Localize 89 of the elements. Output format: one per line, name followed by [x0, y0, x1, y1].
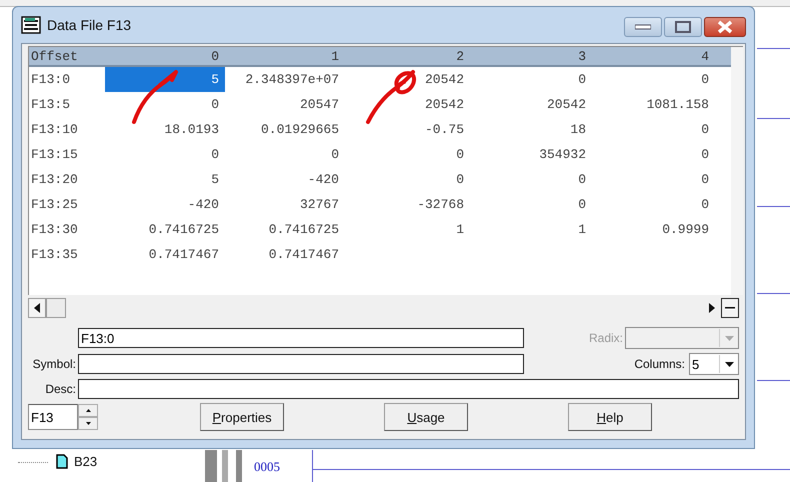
- table-cell[interactable]: 20542: [345, 92, 470, 117]
- dialog-button[interactable]: Usage: [384, 403, 468, 431]
- table-cell[interactable]: 354932: [470, 142, 592, 167]
- table-cell[interactable]: 32767: [225, 192, 345, 217]
- symbol-label: Symbol:: [32, 357, 77, 371]
- column-header: Offset: [30, 48, 79, 65]
- table-cell[interactable]: 0: [592, 192, 715, 217]
- columns-dropdown[interactable]: 5: [689, 353, 739, 375]
- dropdown-arrow-icon: [724, 336, 734, 340]
- table-cell[interactable]: -420: [225, 167, 345, 192]
- table-cell[interactable]: 0: [109, 92, 225, 117]
- address-field[interactable]: F13:0: [78, 328, 524, 348]
- spin-down-button[interactable]: [78, 417, 98, 430]
- table-cell[interactable]: 0: [592, 117, 715, 142]
- radix-dropdown[interactable]: [625, 327, 739, 349]
- minimize-icon: [635, 24, 651, 30]
- table-cell[interactable]: 0: [470, 192, 592, 217]
- table-cell[interactable]: 0: [592, 142, 715, 167]
- table-cell[interactable]: 2.348397e+07: [225, 67, 345, 92]
- table-cell[interactable]: 1081.158: [592, 92, 715, 117]
- table-cell[interactable]: -420: [109, 192, 225, 217]
- table-cell[interactable]: 0: [345, 142, 470, 167]
- table-cell[interactable]: -0.75: [345, 117, 470, 142]
- window-title: Data File F13: [47, 17, 132, 33]
- dialog-button[interactable]: Properties: [200, 403, 284, 431]
- table-cell[interactable]: 1: [345, 217, 470, 242]
- scroll-left-button[interactable]: [28, 298, 46, 318]
- table-cell[interactable]: 0: [345, 167, 470, 192]
- table-cell[interactable]: 18.0193: [109, 117, 225, 142]
- hand-drawn-mark: [366, 70, 416, 124]
- table-cell[interactable]: 0: [225, 142, 345, 167]
- table-cell[interactable]: 0.7416725: [225, 217, 345, 242]
- column-header: 3: [577, 48, 587, 65]
- dialog-button[interactable]: Help: [568, 403, 652, 431]
- close-icon: [717, 20, 733, 34]
- table-cell[interactable]: 0.01929665: [225, 117, 345, 142]
- table-cell[interactable]: 20542: [345, 67, 470, 92]
- down-arrow-icon: [86, 422, 90, 425]
- table-cell[interactable]: 0: [592, 167, 715, 192]
- maximize-icon: [675, 21, 691, 33]
- symbol-field[interactable]: [78, 354, 524, 374]
- close-button[interactable]: [704, 17, 746, 37]
- table-cell[interactable]: 0.7417467: [109, 242, 225, 267]
- column-header: 4: [700, 48, 710, 65]
- table-cell[interactable]: 0: [470, 167, 592, 192]
- table-cell[interactable]: 5: [105, 67, 225, 92]
- up-arrow-icon: [86, 409, 90, 412]
- dropdown-arrow-icon: [724, 362, 734, 366]
- offset-cell-text: F13:20: [30, 171, 79, 189]
- offset-cell-text: F13:0: [30, 71, 72, 89]
- table-cell[interactable]: 5: [109, 167, 225, 192]
- table-cell[interactable]: 20547: [225, 92, 345, 117]
- data-file-icon: [21, 15, 41, 35]
- offset-cell-text: F13:5: [30, 96, 72, 114]
- desc-label: Desc:: [44, 382, 77, 396]
- collapse-button[interactable]: [721, 298, 739, 318]
- table-cell[interactable]: 0.7416725: [109, 217, 225, 242]
- table-cell[interactable]: 18: [470, 117, 592, 142]
- right-arrow-icon: [709, 303, 715, 313]
- document-icon: [56, 454, 68, 469]
- scrollbar-thumb[interactable]: [46, 298, 66, 318]
- file-field[interactable]: F13: [28, 404, 78, 430]
- offset-cell-text: F13:25: [30, 196, 79, 214]
- table-cell[interactable]: 0: [592, 67, 715, 92]
- columns-label: Columns:: [634, 357, 686, 371]
- offset-cell-text: F13:10: [30, 121, 79, 139]
- maximize-button[interactable]: [664, 17, 702, 37]
- left-arrow-icon: [34, 303, 40, 313]
- minimize-button[interactable]: [624, 17, 662, 37]
- hand-drawn-mark: [132, 70, 178, 124]
- column-header: 0: [210, 48, 220, 65]
- table-cell[interactable]: 1: [470, 217, 592, 242]
- table-cell[interactable]: 0: [470, 67, 592, 92]
- table-cell[interactable]: 0.9999: [592, 217, 715, 242]
- table-cell[interactable]: 20542: [470, 92, 592, 117]
- radix-label: Radix:: [588, 331, 623, 345]
- column-header: 2: [455, 48, 465, 65]
- tree-item[interactable]: B23: [74, 454, 98, 469]
- desc-field[interactable]: [78, 379, 739, 399]
- offset-cell-text: F13:15: [30, 146, 79, 164]
- minus-icon: [725, 307, 735, 309]
- offset-cell-text: F13:30: [30, 221, 79, 239]
- table-cell[interactable]: 0.7417467: [225, 242, 345, 267]
- offset-cell-text: F13:35: [30, 246, 79, 264]
- table-cell[interactable]: -32768: [345, 192, 470, 217]
- rung-number: 0005: [254, 459, 280, 475]
- spin-up-button[interactable]: [78, 404, 98, 417]
- column-header: 1: [330, 48, 340, 65]
- table-cell[interactable]: 0: [109, 142, 225, 167]
